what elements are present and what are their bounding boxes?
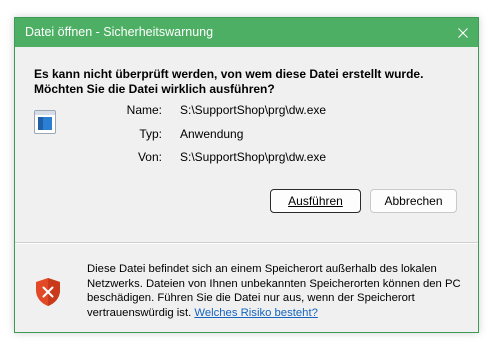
detail-value-name: S:\SupportShop\prg\dw.exe xyxy=(180,103,327,117)
security-warning-dialog: Datei öffnen - Sicherheitswarnung Es kan… xyxy=(14,17,479,333)
cancel-button-label: Abbrechen xyxy=(384,194,443,208)
detail-value-from: S:\SupportShop\prg\dw.exe xyxy=(180,150,327,164)
title-bar[interactable]: Datei öffnen - Sicherheitswarnung xyxy=(15,18,478,47)
run-button[interactable]: Ausführen xyxy=(270,189,361,213)
cancel-button[interactable]: Abbrechen xyxy=(370,189,457,213)
detail-label-name: Name: xyxy=(126,103,162,117)
detail-value-type: Anwendung xyxy=(180,126,244,141)
dialog-title: Datei öffnen - Sicherheitswarnung xyxy=(25,25,214,39)
detail-label-from: Von: xyxy=(137,150,162,164)
close-button[interactable] xyxy=(448,18,478,47)
warning-message: Diese Datei befindet sich an einem Speic… xyxy=(87,262,467,320)
warning-shield-icon xyxy=(35,277,61,312)
run-button-label: Ausführen xyxy=(288,194,343,208)
close-icon xyxy=(458,27,468,38)
divider xyxy=(15,242,478,244)
detail-label-type: Typ: xyxy=(139,126,162,141)
application-file-icon xyxy=(34,110,56,139)
risk-info-link[interactable]: Welches Risiko besteht? xyxy=(194,307,318,319)
warning-headline: Es kann nicht überprüft werden, von wem … xyxy=(34,67,424,96)
